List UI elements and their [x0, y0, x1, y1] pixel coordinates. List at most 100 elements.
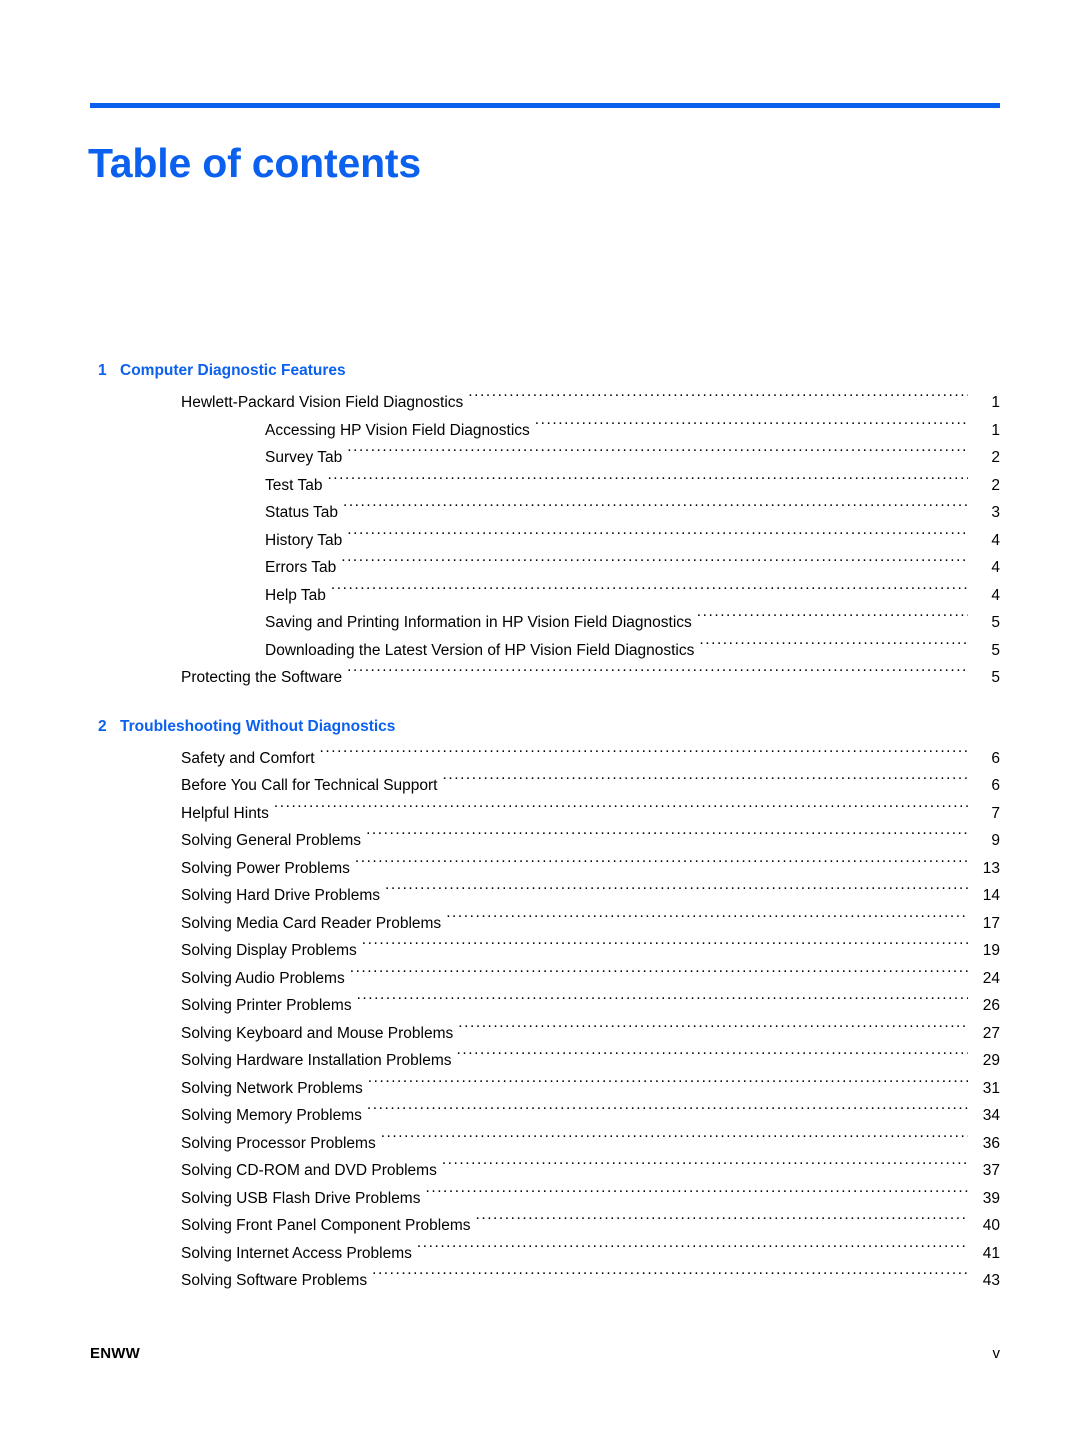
toc-entry[interactable]: Protecting the Software 5: [90, 664, 1000, 692]
toc-entry[interactable]: Accessing HP Vision Field Diagnostics 1: [90, 417, 1000, 445]
toc-leader-dots: [458, 1022, 968, 1038]
toc-entry-page-number: 37: [982, 1162, 1000, 1179]
toc-leader-dots: [699, 639, 968, 655]
toc-leader-dots: [327, 474, 968, 490]
table-of-contents: 1 Computer Diagnostic Features Hewlett-Pac…: [90, 362, 1000, 1295]
toc-entry-label: Errors Tab: [265, 559, 337, 576]
toc-entry[interactable]: Solving USB Flash Drive Problems 39: [90, 1185, 1000, 1213]
toc-leader-dots: [350, 967, 968, 983]
toc-entry[interactable]: Saving and Printing Information in HP Vi…: [90, 609, 1000, 637]
toc-chapter: 2 Troubleshooting Without Diagnostics Safe…: [90, 718, 1000, 1295]
toc-entry-label: Solving Printer Problems: [181, 997, 352, 1014]
toc-entry[interactable]: Survey Tab 2: [90, 444, 1000, 472]
toc-entry[interactable]: Solving General Problems 9: [90, 827, 1000, 855]
toc-entry-page-number: 39: [982, 1189, 1000, 1207]
toc-entry-page-number: 26: [982, 997, 1000, 1014]
toc-leader-dots: [697, 612, 968, 628]
toc-entry[interactable]: Errors Tab 4: [90, 554, 1000, 582]
toc-entry-label: Survey Tab: [265, 449, 343, 466]
toc-entry[interactable]: Solving Keyboard and Mouse Problems 27: [90, 1020, 1000, 1048]
toc-entry-label: Saving and Printing Information in HP Vi…: [265, 614, 692, 631]
toc-leader-dots: [381, 1132, 968, 1148]
toc-entry[interactable]: Solving Memory Problems 34: [90, 1102, 1000, 1130]
toc-entry[interactable]: Status Tab 3: [90, 499, 1000, 527]
toc-entry[interactable]: Solving Processor Problems 36: [90, 1130, 1000, 1158]
toc-entry[interactable]: Helpful Hints 7: [90, 800, 1000, 828]
toc-entry[interactable]: Help Tab 4: [90, 582, 1000, 610]
toc-leader-dots: [347, 447, 968, 463]
toc-entry[interactable]: Solving Power Problems 13: [90, 855, 1000, 883]
toc-entry-label: Solving CD-ROM and DVD Problems: [181, 1162, 437, 1179]
toc-leader-dots: [347, 667, 968, 683]
toc-leader-dots: [446, 912, 968, 928]
page-title: Table of contents: [88, 140, 421, 187]
toc-entry[interactable]: Before You Call for Technical Support 6: [90, 772, 1000, 800]
toc-entry[interactable]: Solving Software Problems 43: [90, 1267, 1000, 1295]
toc-entry-label: Solving Hard Drive Problems: [181, 887, 380, 904]
toc-entry-label: Status Tab: [265, 504, 338, 521]
toc-leader-dots: [457, 1050, 968, 1066]
toc-entry-page-number: 36: [982, 1134, 1000, 1152]
toc-entry-page-number: 5: [991, 669, 1000, 686]
toc-entry-page-number: 9: [991, 832, 1000, 849]
toc-chapter-title: Troubleshooting Without Diagnostics: [120, 717, 396, 735]
toc-entry-page-number: 29: [982, 1052, 1000, 1069]
toc-leader-dots: [417, 1242, 968, 1258]
toc-chapter-heading[interactable]: 1 Computer Diagnostic Features: [90, 362, 1000, 380]
toc-leader-dots: [343, 502, 968, 518]
toc-entry[interactable]: History Tab 4: [90, 527, 1000, 555]
toc-entry-page-number: 2: [991, 449, 1000, 466]
toc-leader-dots: [468, 392, 968, 408]
toc-entry-label: Solving Internet Access Problems: [181, 1244, 412, 1262]
toc-leader-dots: [443, 775, 969, 791]
toc-entry-page-number: 14: [982, 887, 1000, 904]
toc-entry[interactable]: Safety and Comfort 6: [90, 745, 1000, 773]
toc-entry[interactable]: Solving Network Problems 31: [90, 1075, 1000, 1103]
toc-leader-dots: [372, 1270, 968, 1286]
toc-entry-page-number: 6: [991, 777, 1000, 794]
toc-entry-label: Help Tab: [265, 586, 326, 604]
toc-entry[interactable]: Solving Printer Problems 26: [90, 992, 1000, 1020]
toc-entry-label: Solving Network Problems: [181, 1079, 363, 1097]
toc-chapter-number: 1: [98, 362, 107, 379]
toc-entry-page-number: 7: [991, 804, 1000, 822]
toc-entry-page-number: 17: [982, 914, 1000, 932]
toc-entry-page-number: 4: [991, 559, 1000, 576]
toc-entry-label: Accessing HP Vision Field Diagnostics: [265, 421, 530, 439]
toc-entry[interactable]: Solving CD-ROM and DVD Problems 37: [90, 1157, 1000, 1185]
footer-locale-label: ENWW: [90, 1345, 140, 1362]
toc-entry[interactable]: Hewlett-Packard Vision Field Diagnostics…: [90, 389, 1000, 417]
toc-leader-dots: [355, 857, 968, 873]
toc-entry-page-number: 2: [991, 476, 1000, 494]
toc-chapter-number: 2: [98, 717, 107, 735]
document-page: Table of contents 1 Computer Diagnostic F…: [0, 0, 1080, 1437]
toc-entry-page-number: 13: [982, 859, 1000, 877]
toc-leader-dots: [331, 584, 968, 600]
toc-entry[interactable]: Solving Internet Access Problems 41: [90, 1240, 1000, 1268]
toc-entry-page-number: 19: [982, 942, 1000, 959]
toc-entry[interactable]: Solving Media Card Reader Problems 17: [90, 910, 1000, 938]
toc-entry-page-number: 43: [982, 1272, 1000, 1289]
toc-entry[interactable]: Solving Front Panel Component Problems 40: [90, 1212, 1000, 1240]
toc-entry-page-number: 3: [991, 504, 1000, 521]
toc-leader-dots: [368, 1077, 968, 1093]
toc-entry-page-number: 5: [991, 614, 1000, 631]
toc-entry[interactable]: Downloading the Latest Version of HP Vis…: [90, 637, 1000, 665]
toc-leader-dots: [475, 1215, 968, 1231]
toc-entry[interactable]: Solving Display Problems 19: [90, 937, 1000, 965]
toc-entry-page-number: 1: [991, 421, 1000, 439]
toc-entry-page-number: 1: [991, 394, 1000, 411]
toc-leader-dots: [347, 529, 968, 545]
toc-entry[interactable]: Solving Hard Drive Problems 14: [90, 882, 1000, 910]
toc-entry-page-number: 6: [991, 749, 1000, 767]
title-rule-divider: [90, 103, 1000, 108]
toc-entry[interactable]: Solving Audio Problems 24: [90, 965, 1000, 993]
toc-entry[interactable]: Solving Hardware Installation Problems 29: [90, 1047, 1000, 1075]
toc-entry-page-number: 41: [982, 1244, 1000, 1262]
toc-leader-dots: [357, 995, 968, 1011]
toc-entry[interactable]: Test Tab 2: [90, 472, 1000, 500]
toc-chapter-heading[interactable]: 2 Troubleshooting Without Diagnostics: [90, 718, 1000, 736]
toc-entry-label: Solving General Problems: [181, 832, 362, 849]
toc-entry-page-number: 31: [982, 1079, 1000, 1097]
toc-leader-dots: [366, 830, 968, 846]
